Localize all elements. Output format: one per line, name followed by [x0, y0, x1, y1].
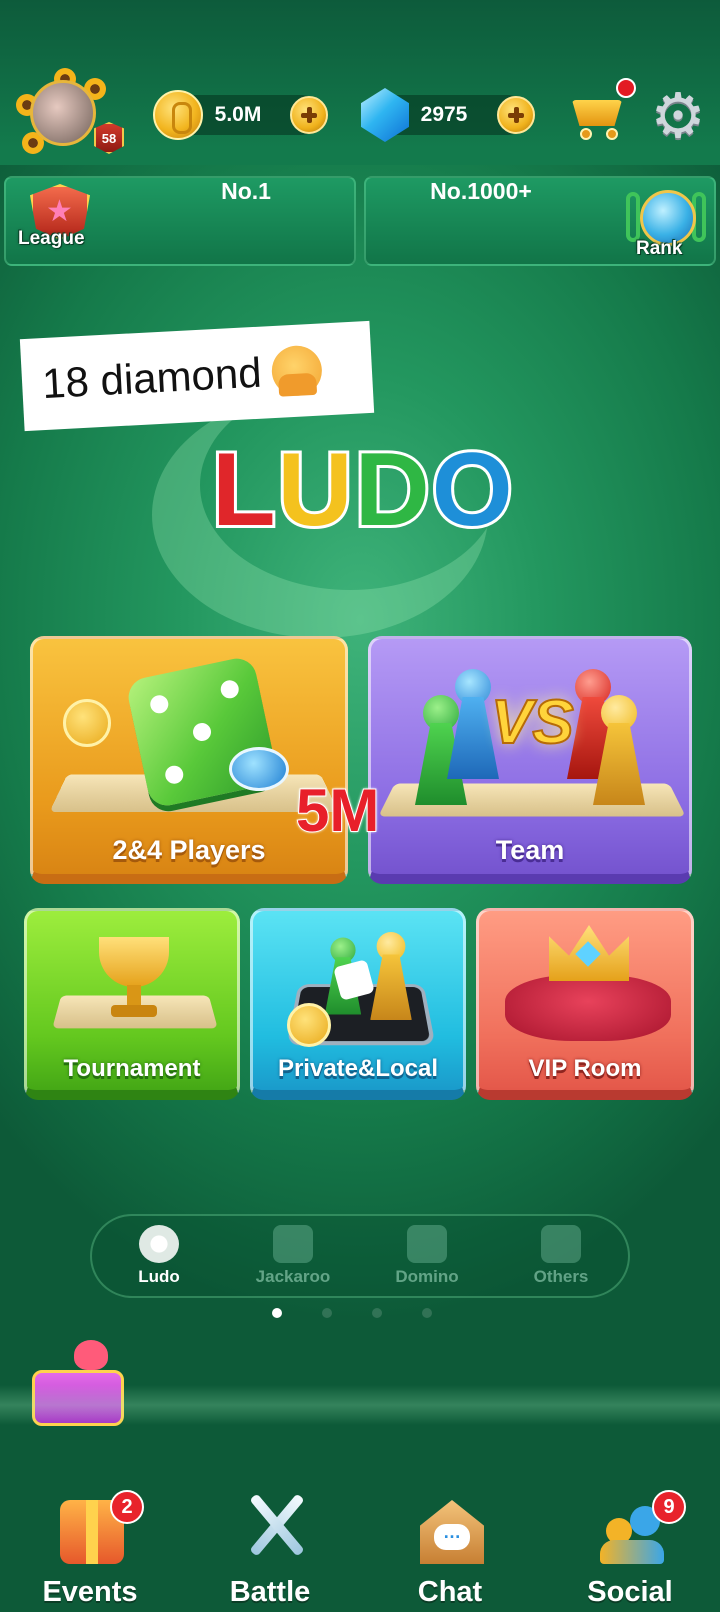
cart-icon — [572, 100, 622, 126]
cards-icon — [273, 1225, 313, 1263]
yellow-pawn-icon — [370, 932, 412, 1020]
logo-letter: L — [209, 432, 278, 548]
rank-icon[interactable]: Rank — [618, 186, 714, 266]
ludo-logo: L U D O — [209, 432, 516, 548]
coin-icon — [63, 699, 111, 747]
rank-label: Rank — [636, 238, 683, 259]
game-switcher: Ludo Jackaroo Domino Others — [90, 1214, 630, 1298]
mode-card-team[interactable]: VS Team — [368, 636, 692, 884]
horse-icon — [541, 1225, 581, 1263]
bottom-glow — [0, 1385, 720, 1425]
coin-icon — [287, 1003, 331, 1047]
cushion-art — [505, 975, 671, 1041]
add-coins-button[interactable] — [290, 96, 328, 134]
game-tab-label: Ludo — [138, 1267, 180, 1286]
coin-icon — [153, 90, 203, 140]
mode-label: VIP Room — [528, 1055, 642, 1082]
player-avatar[interactable]: 58 — [14, 68, 124, 158]
chip-icon — [229, 747, 289, 791]
nav-social[interactable]: 9 Social — [560, 1440, 700, 1612]
events-badge: 2 — [110, 1490, 144, 1524]
amount-sticker: 5M — [295, 776, 380, 845]
mode-card-private-local[interactable]: Private&Local — [250, 908, 466, 1100]
nav-label: Social — [587, 1576, 673, 1608]
laurel-decoration — [626, 192, 640, 242]
game-tab-others[interactable]: Others — [501, 1225, 621, 1287]
cart-wheel — [606, 128, 618, 140]
chat-icon — [420, 1500, 484, 1564]
page-dot-active — [272, 1308, 282, 1318]
social-badge: 9 — [652, 1490, 686, 1524]
global-rank-value: No.1000+ — [430, 178, 532, 204]
page-dot — [372, 1308, 382, 1318]
trophy-icon — [89, 927, 179, 1023]
nav-battle[interactable]: Battle — [200, 1440, 340, 1612]
notification-dot — [616, 78, 636, 98]
mode-label: Private&Local — [277, 1055, 439, 1082]
league-rank-value: No.1 — [221, 178, 271, 204]
game-tab-label: Domino — [395, 1267, 459, 1286]
versus-icon: VS — [490, 687, 575, 758]
cart-wheel — [580, 128, 592, 140]
logo-letter: O — [429, 432, 516, 548]
page-dot — [322, 1308, 332, 1318]
nav-label: Events — [42, 1576, 138, 1608]
shrug-emoji-icon — [270, 344, 323, 398]
mode-card-2-4-players[interactable]: 2&4 Players — [30, 636, 348, 884]
avatar-image — [30, 80, 96, 146]
league-label: League — [18, 228, 85, 249]
league-icon[interactable]: ★ League — [14, 176, 108, 250]
game-tab-domino[interactable]: Domino — [367, 1225, 487, 1287]
logo-letter: U — [275, 432, 356, 548]
shop-cart-button[interactable] — [568, 78, 636, 142]
add-diamonds-button[interactable] — [497, 96, 535, 134]
ludo-game-icon — [139, 1225, 179, 1263]
nav-events[interactable]: 2 Events — [20, 1440, 160, 1612]
nav-label: Chat — [417, 1576, 483, 1608]
swords-icon — [240, 1488, 312, 1566]
mode-card-vip-room[interactable]: VIP Room — [476, 908, 694, 1100]
domino-icon — [407, 1225, 447, 1263]
gear-icon[interactable]: ⚙ — [646, 84, 710, 148]
bottom-nav: 2 Events Battle Chat 9 Social — [0, 1440, 720, 1612]
page-dot — [422, 1308, 432, 1318]
yellow-pawn-icon — [593, 695, 645, 805]
mode-label: Team — [495, 835, 565, 865]
star-icon: ★ — [46, 194, 73, 229]
sticker-text: 18 diamond — [40, 348, 263, 408]
game-tab-jackaroo[interactable]: Jackaroo — [233, 1225, 353, 1287]
mode-card-tournament[interactable]: Tournament — [24, 908, 240, 1100]
game-tab-label: Others — [533, 1267, 589, 1286]
nav-label: Battle — [229, 1576, 311, 1608]
game-tab-label: Jackaroo — [255, 1267, 331, 1286]
nav-chat[interactable]: Chat — [380, 1440, 520, 1612]
game-tab-ludo[interactable]: Ludo — [99, 1225, 219, 1287]
logo-letter: D — [352, 432, 433, 548]
mode-label: Tournament — [63, 1055, 201, 1082]
video-text-sticker: 18 diamond — [19, 320, 375, 432]
page-indicator — [272, 1308, 452, 1320]
